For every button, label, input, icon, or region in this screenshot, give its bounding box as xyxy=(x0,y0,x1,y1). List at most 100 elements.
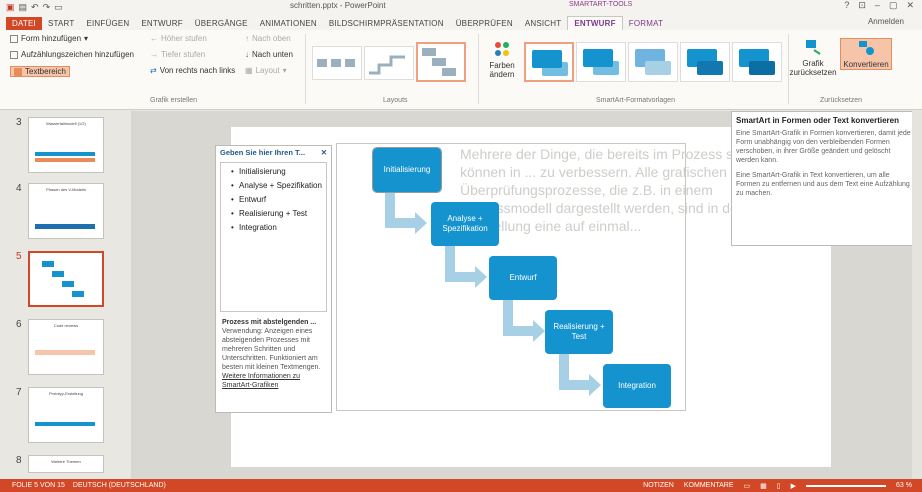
color-palette-icon xyxy=(495,42,509,56)
layout-option-3-selected[interactable] xyxy=(416,42,466,82)
slide-preview[interactable]: Wasserfallmodell (1/2) xyxy=(28,117,104,173)
add-shape-button[interactable]: Form hinzufügen ▾ xyxy=(10,34,88,43)
tab-ueberpruefen[interactable]: ÜBERPRÜFEN xyxy=(450,17,519,30)
change-colors-button[interactable]: Farben ändern xyxy=(484,40,520,79)
window-controls: ? ⊡ – ▢ ✕ xyxy=(844,0,914,11)
promote-button[interactable]: ← Höher stufen xyxy=(150,34,207,43)
window-title: schritten.pptx - PowerPoint xyxy=(290,1,386,10)
group-label-styles: SmartArt-Formatvorlagen xyxy=(596,97,675,104)
notes-button[interactable]: NOTIZEN xyxy=(643,482,674,489)
convert-icon xyxy=(859,41,874,55)
close-button[interactable]: ✕ xyxy=(906,0,914,11)
minimize-button[interactable]: – xyxy=(875,0,880,11)
tab-entwurf[interactable]: ENTWURF xyxy=(135,17,188,30)
right-to-left-button[interactable]: ⇄ Von rechts nach links xyxy=(150,66,235,75)
tab-einfuegen[interactable]: EINFÜGEN xyxy=(80,17,135,30)
smartart-style-4[interactable] xyxy=(680,42,730,82)
more-info-link[interactable]: Weitere Informationen zu SmartArt-Grafik… xyxy=(222,373,300,389)
help-button[interactable]: ? xyxy=(844,0,849,11)
ribbon: Form hinzufügen ▾ Aufzählungszeichen hinz… xyxy=(0,30,922,110)
reset-graphic-button[interactable]: Grafik zurücksetzen xyxy=(789,38,837,77)
layout-name: Prozess mit abstelgenden ... xyxy=(222,319,317,326)
maximize-button[interactable]: ▢ xyxy=(889,0,898,11)
list-item[interactable]: Integration xyxy=(231,223,324,233)
smartart-box-integration[interactable]: Integration xyxy=(603,364,671,408)
quick-access-toolbar: ▣ ▤ ↶ ↷ ▭ xyxy=(0,2,63,13)
layout-option-2[interactable] xyxy=(364,46,414,80)
slide-sorter-icon[interactable]: ▦ xyxy=(760,482,767,490)
comments-button[interactable]: KOMMENTARE xyxy=(684,482,734,489)
reset-graphic-icon xyxy=(806,40,821,55)
list-item[interactable]: Realisierung + Test xyxy=(231,209,324,219)
style-preview-icon xyxy=(532,50,568,76)
tab-ansicht[interactable]: ANSICHT xyxy=(519,17,568,30)
layout-dropdown[interactable]: ▦ Layout ▾ xyxy=(245,66,287,75)
add-shape-icon xyxy=(10,34,18,43)
tab-bildschirmpraesentation[interactable]: BILDSCHIRMPRÄSENTATION xyxy=(323,17,450,30)
slide-preview[interactable]: Code reviews xyxy=(28,319,104,375)
smartart-box-entwurf[interactable]: Entwurf xyxy=(489,256,557,300)
list-item[interactable]: Analyse + Spezifikation xyxy=(231,181,324,191)
separator xyxy=(305,34,306,104)
text-pane-footer: Prozess mit abstelgenden ... Verwendung:… xyxy=(216,314,331,394)
text-pane-icon xyxy=(14,67,22,76)
powerpoint-logo-icon: ▣ xyxy=(6,1,15,12)
tab-smartart-entwurf[interactable]: ENTWURF xyxy=(567,16,623,30)
redo-icon[interactable]: ↷ xyxy=(43,2,51,13)
smartart-style-3[interactable] xyxy=(628,42,678,82)
slide-preview[interactable]: Prototyp-Erstellung xyxy=(28,387,104,443)
smartart-box-analyse[interactable]: Analyse + Spezifikation xyxy=(431,202,499,246)
tab-uebergaenge[interactable]: ÜBERGÄNGE xyxy=(189,17,254,30)
editor-scrollbar[interactable] xyxy=(912,111,922,479)
zoom-level[interactable]: 63 % xyxy=(896,482,912,489)
text-pane-list[interactable]: Initialisierung Analyse + Spezifikation … xyxy=(220,162,327,312)
smartart-style-5[interactable] xyxy=(732,42,782,82)
move-down-button[interactable]: ↓ Nach unten xyxy=(245,50,293,59)
tab-smartart-format[interactable]: FORMAT xyxy=(623,17,669,30)
save-icon[interactable]: ▤ xyxy=(19,2,28,13)
ribbon-display-button[interactable]: ⊡ xyxy=(858,0,866,11)
language-indicator[interactable]: DEUTSCH (DEUTSCHLAND) xyxy=(73,482,166,489)
separator xyxy=(478,34,479,104)
convert-button[interactable]: Konvertieren xyxy=(840,38,892,70)
group-label-reset: Zurücksetzen xyxy=(820,97,863,104)
smartart-box-realisierung[interactable]: Realisierung + Test xyxy=(545,310,613,354)
slideshow-icon[interactable]: ▶ xyxy=(791,482,796,490)
zoom-slider[interactable] xyxy=(806,484,887,487)
normal-view-icon[interactable]: ▭ xyxy=(744,482,751,490)
text-pane-button[interactable]: Textbereich xyxy=(10,66,70,77)
ribbon-tabs: DATEI START EINFÜGEN ENTWURF ÜBERGÄNGE A… xyxy=(0,14,922,30)
smartart-box-initialisierung[interactable]: Initialisierung xyxy=(372,147,442,193)
list-item[interactable]: Initialisierung xyxy=(231,167,324,177)
slide-preview[interactable]: Phasen des V-Modells xyxy=(28,183,104,239)
slide-preview[interactable]: Weitere Themen xyxy=(28,455,104,473)
bullet-icon xyxy=(10,50,18,59)
style-preview-icon xyxy=(635,49,671,75)
arrow-connector-2 xyxy=(445,242,487,288)
tab-start[interactable]: START xyxy=(42,17,80,30)
slide-preview[interactable] xyxy=(28,251,104,307)
thumbnail-scrollbar[interactable] xyxy=(118,111,128,479)
slide-counter: FOLIE 5 VON 15 xyxy=(12,482,65,489)
close-icon[interactable]: ✕ xyxy=(321,148,327,158)
smartart-style-2[interactable] xyxy=(576,42,626,82)
start-slideshow-icon[interactable]: ▭ xyxy=(54,2,63,13)
list-item[interactable]: Entwurf xyxy=(231,195,324,205)
arrow-left-icon: ← xyxy=(150,34,158,43)
signin-link[interactable]: Anmelden xyxy=(868,17,904,26)
group-label-create: Grafik erstellen xyxy=(150,97,198,104)
layout-icon: ▦ xyxy=(245,66,253,75)
tooltip-paragraph: Eine SmartArt-Grafik in Text konvertiere… xyxy=(736,172,910,197)
arrow-connector-3 xyxy=(503,296,545,342)
tab-animationen[interactable]: ANIMATIONEN xyxy=(254,17,323,30)
arrow-connector-4 xyxy=(559,350,601,396)
smartart-style-1-selected[interactable] xyxy=(524,42,574,82)
reading-view-icon[interactable]: ▯ xyxy=(777,482,781,490)
add-bullet-button[interactable]: Aufzählungszeichen hinzufügen xyxy=(10,50,134,59)
layout-option-1[interactable] xyxy=(312,46,362,80)
move-up-button[interactable]: ↑ Nach oben xyxy=(245,34,291,43)
smartart-frame[interactable]: Initialisierung Analyse + Spezifikation … xyxy=(336,143,686,411)
demote-button[interactable]: → Tiefer stufen xyxy=(150,50,205,59)
undo-icon[interactable]: ↶ xyxy=(31,2,39,13)
tab-datei[interactable]: DATEI xyxy=(6,17,42,30)
